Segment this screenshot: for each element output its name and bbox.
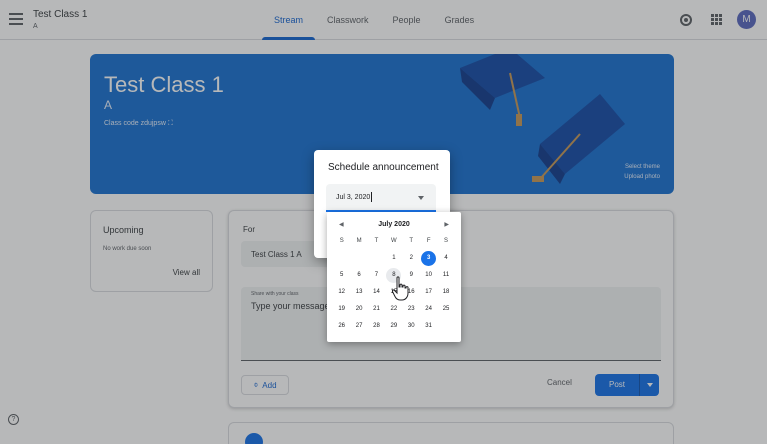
calendar-day-number: 18 [442,289,450,295]
calendar-day[interactable]: 5 [333,267,350,284]
weekday-label: S [444,238,449,244]
calendar-day-number: 4 [444,255,448,261]
calendar-empty-cell [333,250,350,267]
calendar-day-number: 26 [338,323,346,329]
calendar-day[interactable]: 10 [420,267,437,284]
calendar-day-number: 1 [392,255,396,261]
calendar-day-number: 25 [442,306,450,312]
calendar-day-number: 5 [340,272,344,278]
calendar-day[interactable]: 31 [420,318,437,335]
calendar-day[interactable]: 22 [385,301,402,318]
dropdown-arrow-icon[interactable] [418,196,424,203]
calendar-day[interactable]: 20 [350,301,367,318]
calendar-day-number: 28 [373,323,380,329]
calendar-day[interactable]: 12 [333,284,350,301]
calendar-day-number: 24 [425,306,432,312]
calendar-day-number: 20 [355,306,363,312]
calendar-day-number: 30 [407,323,415,329]
weekday-header: S M T W T F S [333,238,455,244]
calendar-empty-cell [350,250,367,267]
weekday-label: T [409,238,414,244]
calendar-day[interactable]: 18 [437,284,454,301]
calendar-week: 1 2 3 4 [333,250,455,267]
calendar-day[interactable]: 13 [350,284,367,301]
calendar-day-number: 13 [355,289,363,295]
calendar-day-number: 12 [338,289,346,295]
calendar-day[interactable]: 4 [437,250,454,267]
weekday-label: S [339,238,344,244]
calendar-day-number: 22 [390,306,398,312]
calendar-day[interactable]: 26 [333,318,350,335]
hand-pointer-cursor-icon [391,276,409,301]
calendar-day[interactable]: 28 [368,318,385,335]
calendar-day-number: 10 [425,272,432,278]
next-month-icon[interactable]: ▶ [444,221,449,228]
calendar-day-number: 14 [373,289,380,295]
calendar-day-number: 21 [373,306,380,312]
dialog-title: Schedule announcement [328,162,439,173]
calendar-day-number: 7 [374,272,379,278]
calendar-week: 19 20 21 22 23 24 25 [333,301,455,318]
calendar-day-number: 31 [425,323,432,329]
calendar-day[interactable]: 1 [385,250,402,267]
calendar-day[interactable]: 25 [437,301,454,318]
calendar-day-number: 23 [407,306,415,312]
calendar-day[interactable]: 14 [368,284,385,301]
calendar-day[interactable]: 6 [350,267,367,284]
calendar-day[interactable]: 11 [437,267,454,284]
weekday-label: T [374,238,379,244]
calendar-day[interactable]: 3 [420,250,437,267]
calendar-day-number: 6 [357,272,361,278]
text-caret [371,192,372,202]
calendar-day-number: 2 [409,255,413,261]
calendar-day-number: 17 [425,289,432,295]
weekday-label: M [356,238,362,244]
calendar-day[interactable]: 2 [403,250,420,267]
calendar-day-number: 3 [421,251,437,266]
calendar-day-number: 29 [390,323,398,329]
date-value: Jul 3, 2020 [336,194,371,201]
calendar-week: 26 27 28 29 30 31 [333,318,455,335]
weekday-label: W [391,238,397,244]
calendar-day[interactable]: 7 [368,267,385,284]
weekday-label: F [426,238,431,244]
calendar-empty-cell [368,250,385,267]
calendar-day-number: 19 [338,306,346,312]
month-label: July 2020 [378,221,410,228]
calendar-day[interactable]: 24 [420,301,437,318]
calendar-day-number: 11 [442,272,450,278]
calendar-day[interactable]: 21 [368,301,385,318]
date-input[interactable]: Jul 3, 2020 [326,184,436,212]
calendar-day[interactable]: 27 [350,318,367,335]
calendar-day[interactable]: 29 [385,318,402,335]
calendar-day[interactable]: 30 [403,318,420,335]
calendar-empty-cell [437,318,454,335]
calendar-header: ◀ July 2020 ▶ [327,220,461,232]
calendar-day-number: 27 [355,323,363,329]
calendar-day[interactable]: 17 [420,284,437,301]
calendar-day[interactable]: 19 [333,301,350,318]
calendar-day[interactable]: 23 [403,301,420,318]
